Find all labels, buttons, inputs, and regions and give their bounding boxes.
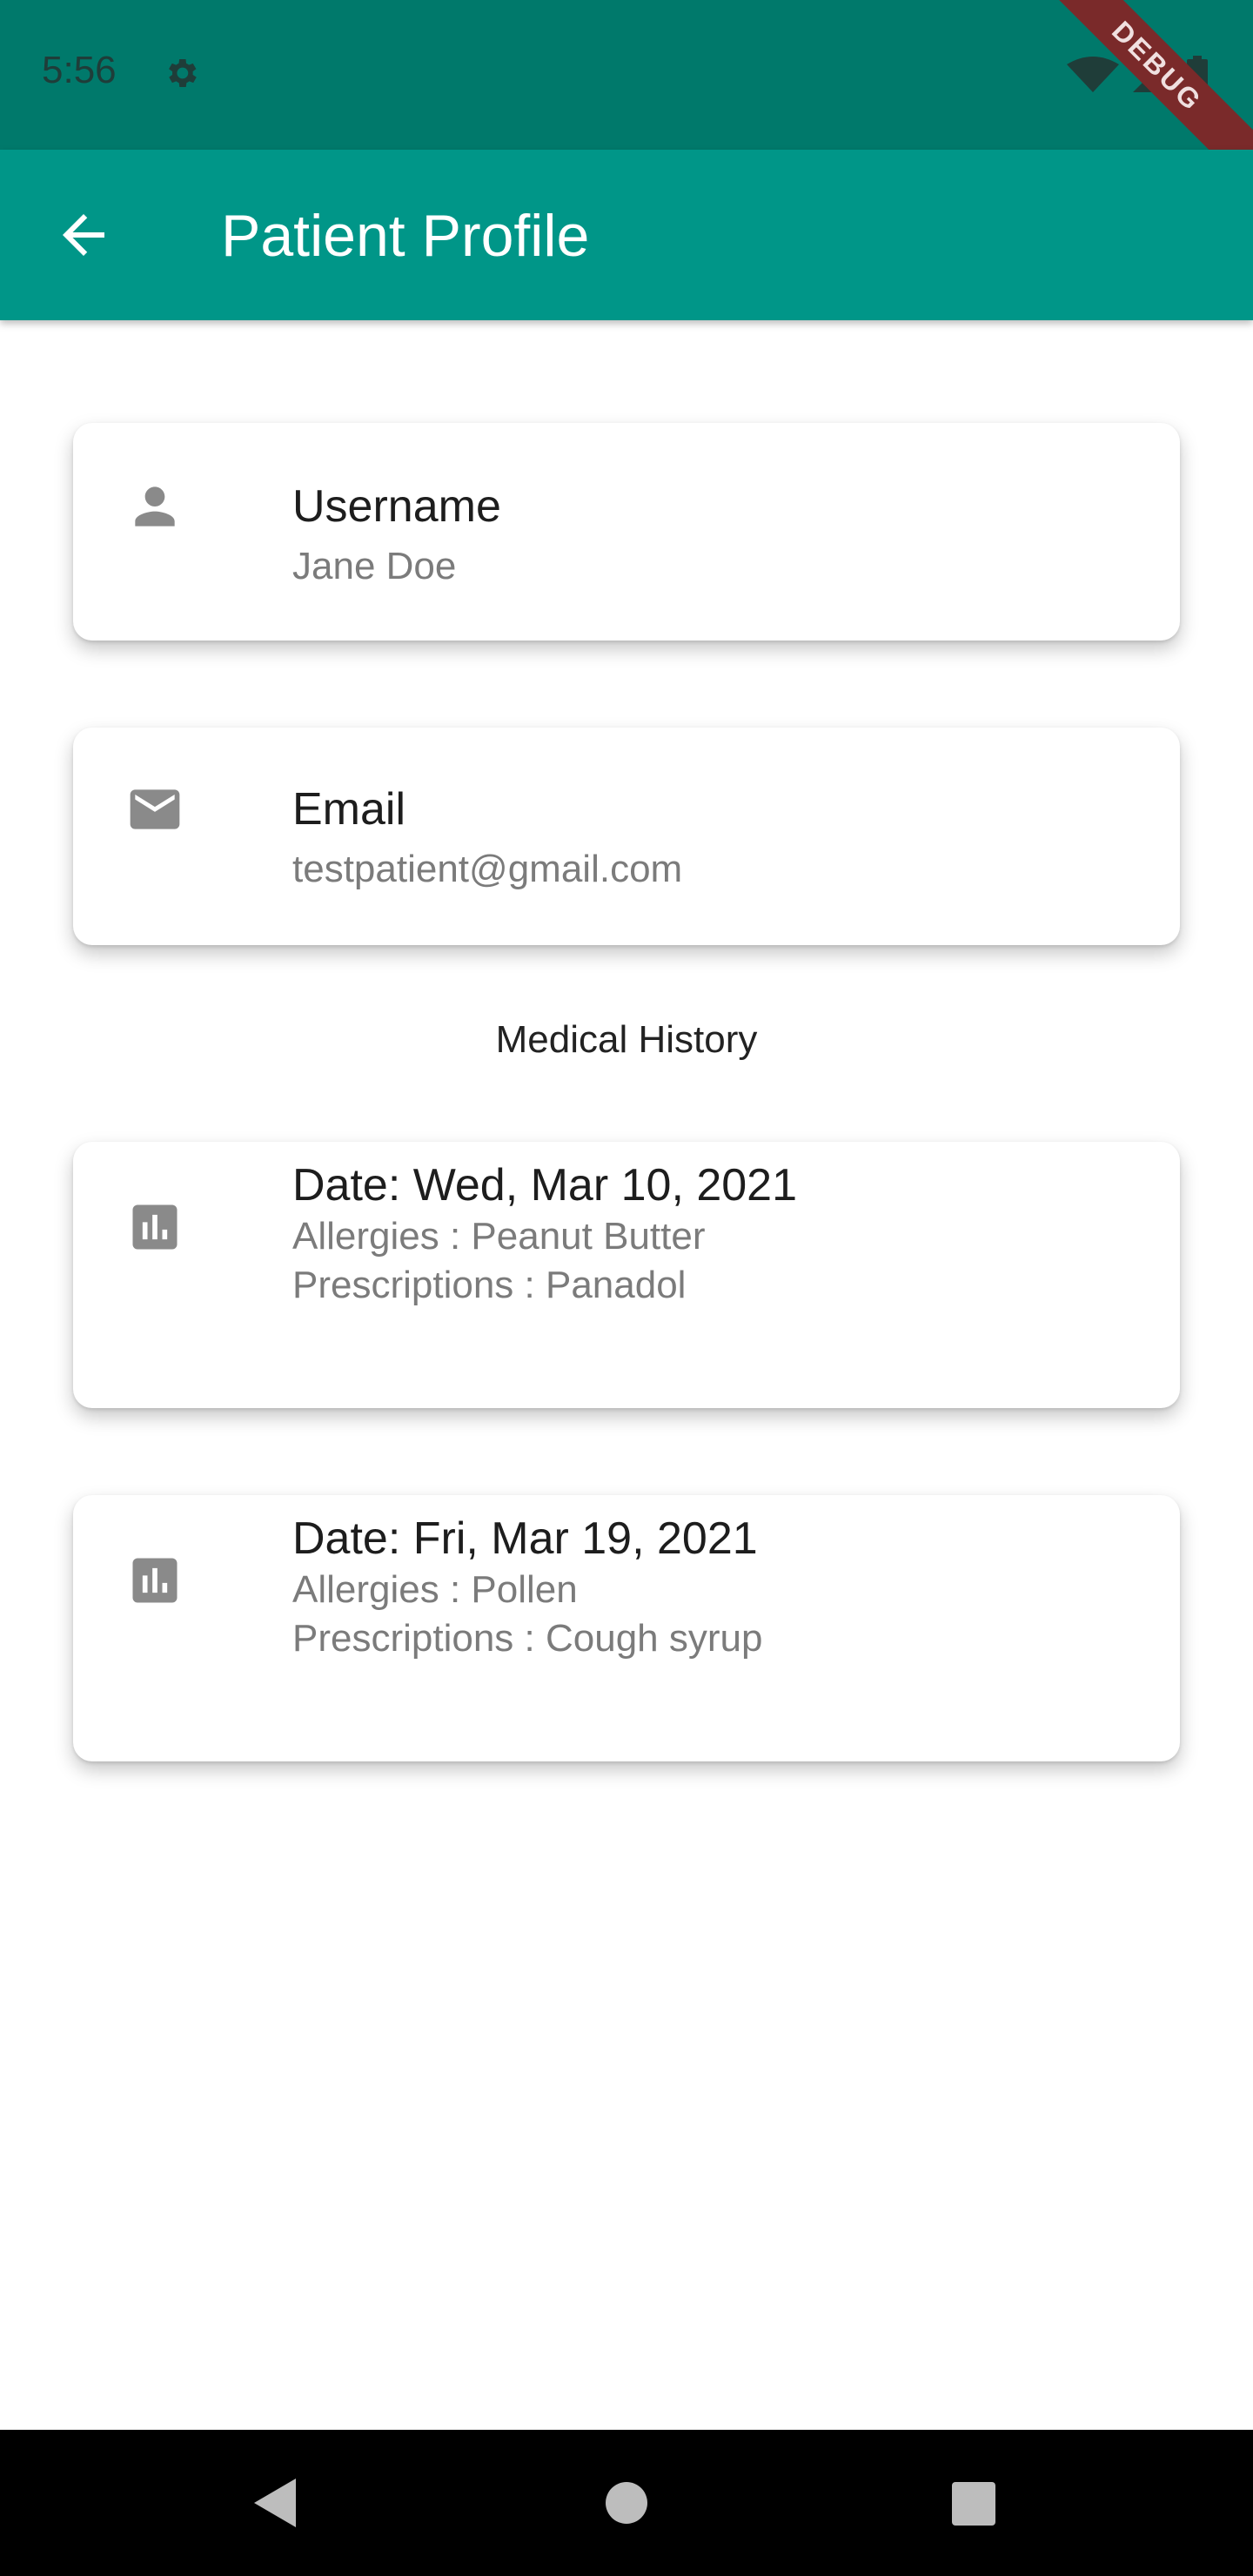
record-date: Date: Fri, Mar 19, 2021 [292, 1513, 758, 1564]
username-value: Jane Doe [292, 545, 457, 587]
mail-icon [130, 789, 180, 829]
page-title: Patient Profile [221, 203, 590, 269]
medical-history-heading: Medical History [495, 1018, 758, 1061]
arrow-back-icon[interactable] [52, 204, 115, 266]
wifi-icon [1067, 57, 1119, 92]
home-circle-icon[interactable] [604, 2480, 649, 2526]
insert-chart-icon [132, 1204, 178, 1250]
person-icon [135, 486, 175, 527]
back-triangle-icon[interactable] [249, 2475, 301, 2531]
username-card: Username Jane Doe [73, 423, 1180, 641]
username-label: Username [292, 481, 501, 532]
medical-record-card: Date: Fri, Mar 19, 2021 Allergies : Poll… [73, 1495, 1180, 1761]
record-prescriptions: Prescriptions : Panadol [292, 1264, 687, 1306]
email-value: testpatient@gmail.com [292, 848, 683, 890]
status-time: 5:56 [42, 49, 117, 91]
insert-chart-icon [132, 1558, 178, 1603]
status-bar: 5:56 DEBUG [0, 0, 1253, 193]
record-allergies: Allergies : Peanut Butter [292, 1215, 706, 1258]
medical-record-card: Date: Wed, Mar 10, 2021 Allergies : Pean… [73, 1142, 1180, 1408]
email-card: Email testpatient@gmail.com [73, 728, 1180, 945]
record-prescriptions: Prescriptions : Cough syrup [292, 1617, 763, 1660]
record-date: Date: Wed, Mar 10, 2021 [292, 1160, 798, 1211]
recents-square-icon[interactable] [950, 2480, 997, 2527]
gear-icon [169, 59, 197, 87]
record-allergies: Allergies : Pollen [292, 1568, 578, 1611]
app-bar: Patient Profile [0, 150, 1253, 320]
system-nav-bar [0, 2430, 1253, 2576]
email-label: Email [292, 784, 406, 835]
